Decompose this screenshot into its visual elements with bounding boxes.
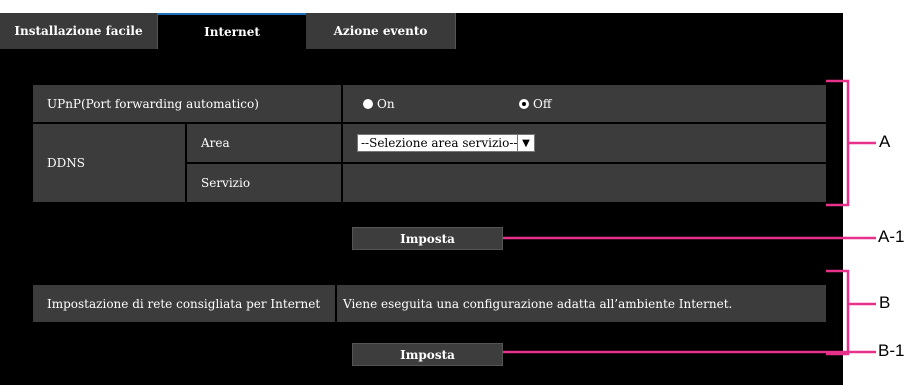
callout-lines [503,79,876,356]
callout-label-a: A [879,132,891,151]
callout-label-b: B [879,293,891,312]
bracket-a [826,79,850,207]
callout-label-b1: B-1 [878,341,905,360]
callout-label-a1: A-1 [878,227,905,246]
bracket-b [826,269,850,356]
